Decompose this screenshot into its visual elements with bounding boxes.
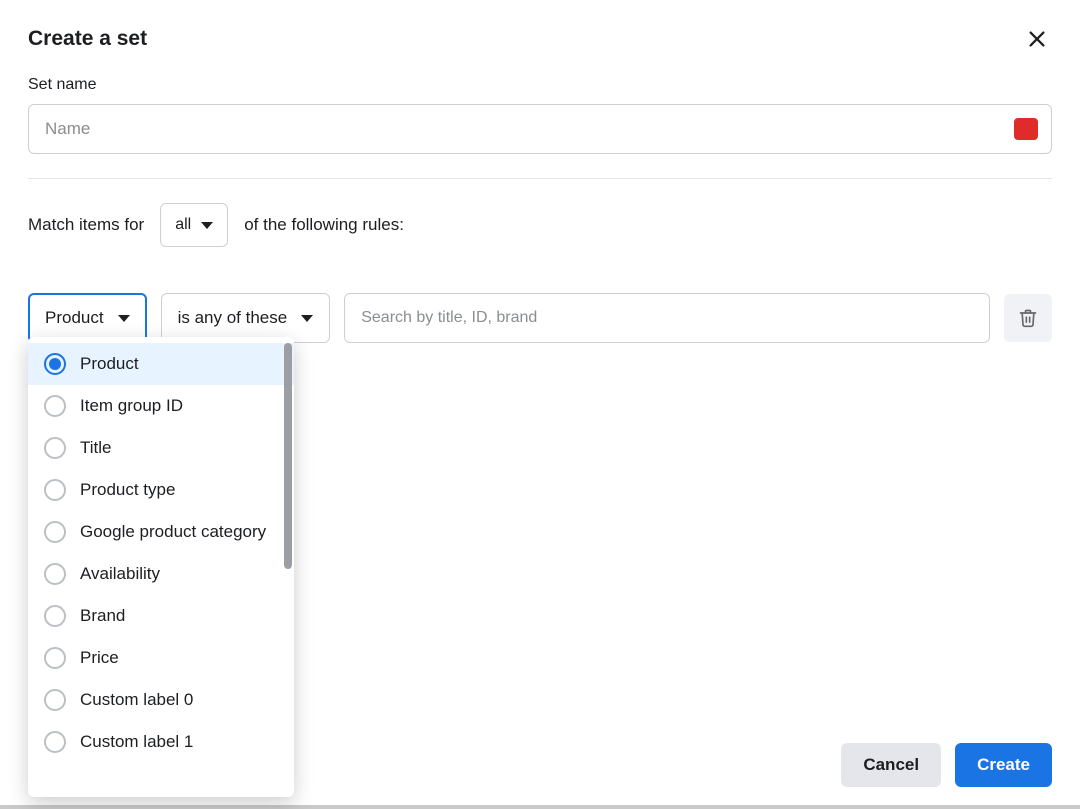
- dropdown-option-label: Brand: [80, 605, 125, 626]
- dropdown-option[interactable]: Title: [28, 427, 294, 469]
- rule-field-dropdown: Product Item group ID Title Product type Goo…: [28, 337, 294, 797]
- modal-footer: Cancel Create: [841, 743, 1052, 787]
- dropdown-option[interactable]: Price: [28, 637, 294, 679]
- section-divider: [28, 178, 1052, 179]
- radio-icon: [44, 521, 66, 543]
- chevron-down-icon: [301, 315, 313, 322]
- chevron-down-icon: [118, 315, 130, 322]
- rule-operator-select[interactable]: is any of these: [161, 293, 331, 343]
- dropdown-option-label: Google product category: [80, 521, 266, 542]
- radio-icon: [44, 605, 66, 627]
- modal-header: Create a set: [28, 24, 1052, 54]
- radio-icon: [44, 647, 66, 669]
- dropdown-option[interactable]: Custom label 1: [28, 721, 294, 763]
- match-suffix-text: of the following rules:: [244, 215, 404, 235]
- chevron-down-icon: [201, 222, 213, 229]
- dropdown-option-label: Product: [80, 353, 139, 374]
- rule-row: Product is any of these: [28, 293, 1052, 343]
- required-badge-icon: [1014, 118, 1038, 140]
- dropdown-option-label: Custom label 0: [80, 689, 193, 710]
- set-name-row: [28, 104, 1052, 154]
- set-name-input[interactable]: [28, 104, 1052, 154]
- match-scope-select[interactable]: all: [160, 203, 228, 247]
- create-button[interactable]: Create: [955, 743, 1052, 787]
- radio-icon: [44, 689, 66, 711]
- dropdown-option[interactable]: Google product category: [28, 511, 294, 553]
- dropdown-option-label: Product type: [80, 479, 175, 500]
- radio-icon: [44, 563, 66, 585]
- dropdown-option-label: Title: [80, 437, 112, 458]
- dropdown-option-label: Custom label 1: [80, 731, 193, 752]
- radio-icon: [44, 479, 66, 501]
- close-icon: [1026, 28, 1048, 50]
- match-prefix-text: Match items for: [28, 215, 144, 235]
- close-button[interactable]: [1022, 24, 1052, 54]
- radio-icon: [44, 395, 66, 417]
- dropdown-option-label: Price: [80, 647, 119, 668]
- dropdown-option-label: Item group ID: [80, 395, 183, 416]
- dropdown-option[interactable]: Custom label 0: [28, 679, 294, 721]
- dropdown-option-label: Availability: [80, 563, 160, 584]
- dropdown-option[interactable]: Availability: [28, 553, 294, 595]
- set-name-label: Set name: [28, 76, 1052, 94]
- radio-icon: [44, 437, 66, 459]
- scrollbar-thumb[interactable]: [284, 343, 292, 569]
- dropdown-option[interactable]: Brand: [28, 595, 294, 637]
- delete-rule-button[interactable]: [1004, 294, 1052, 342]
- trash-icon: [1018, 308, 1038, 328]
- dropdown-option[interactable]: Product: [28, 343, 294, 385]
- modal-title: Create a set: [28, 27, 147, 51]
- rule-value-input[interactable]: [344, 293, 990, 343]
- dropdown-option[interactable]: Product type: [28, 469, 294, 511]
- rule-operator-value: is any of these: [178, 308, 288, 328]
- cancel-button[interactable]: Cancel: [841, 743, 941, 787]
- match-rule-row: Match items for all of the following rul…: [28, 203, 1052, 247]
- radio-icon: [44, 353, 66, 375]
- rule-field-select[interactable]: Product: [28, 293, 147, 343]
- match-scope-value: all: [175, 216, 191, 234]
- create-set-modal: Create a set Set name Match items for al…: [0, 0, 1080, 809]
- dropdown-option[interactable]: Item group ID: [28, 385, 294, 427]
- radio-icon: [44, 731, 66, 753]
- rule-field-value: Product: [45, 308, 104, 328]
